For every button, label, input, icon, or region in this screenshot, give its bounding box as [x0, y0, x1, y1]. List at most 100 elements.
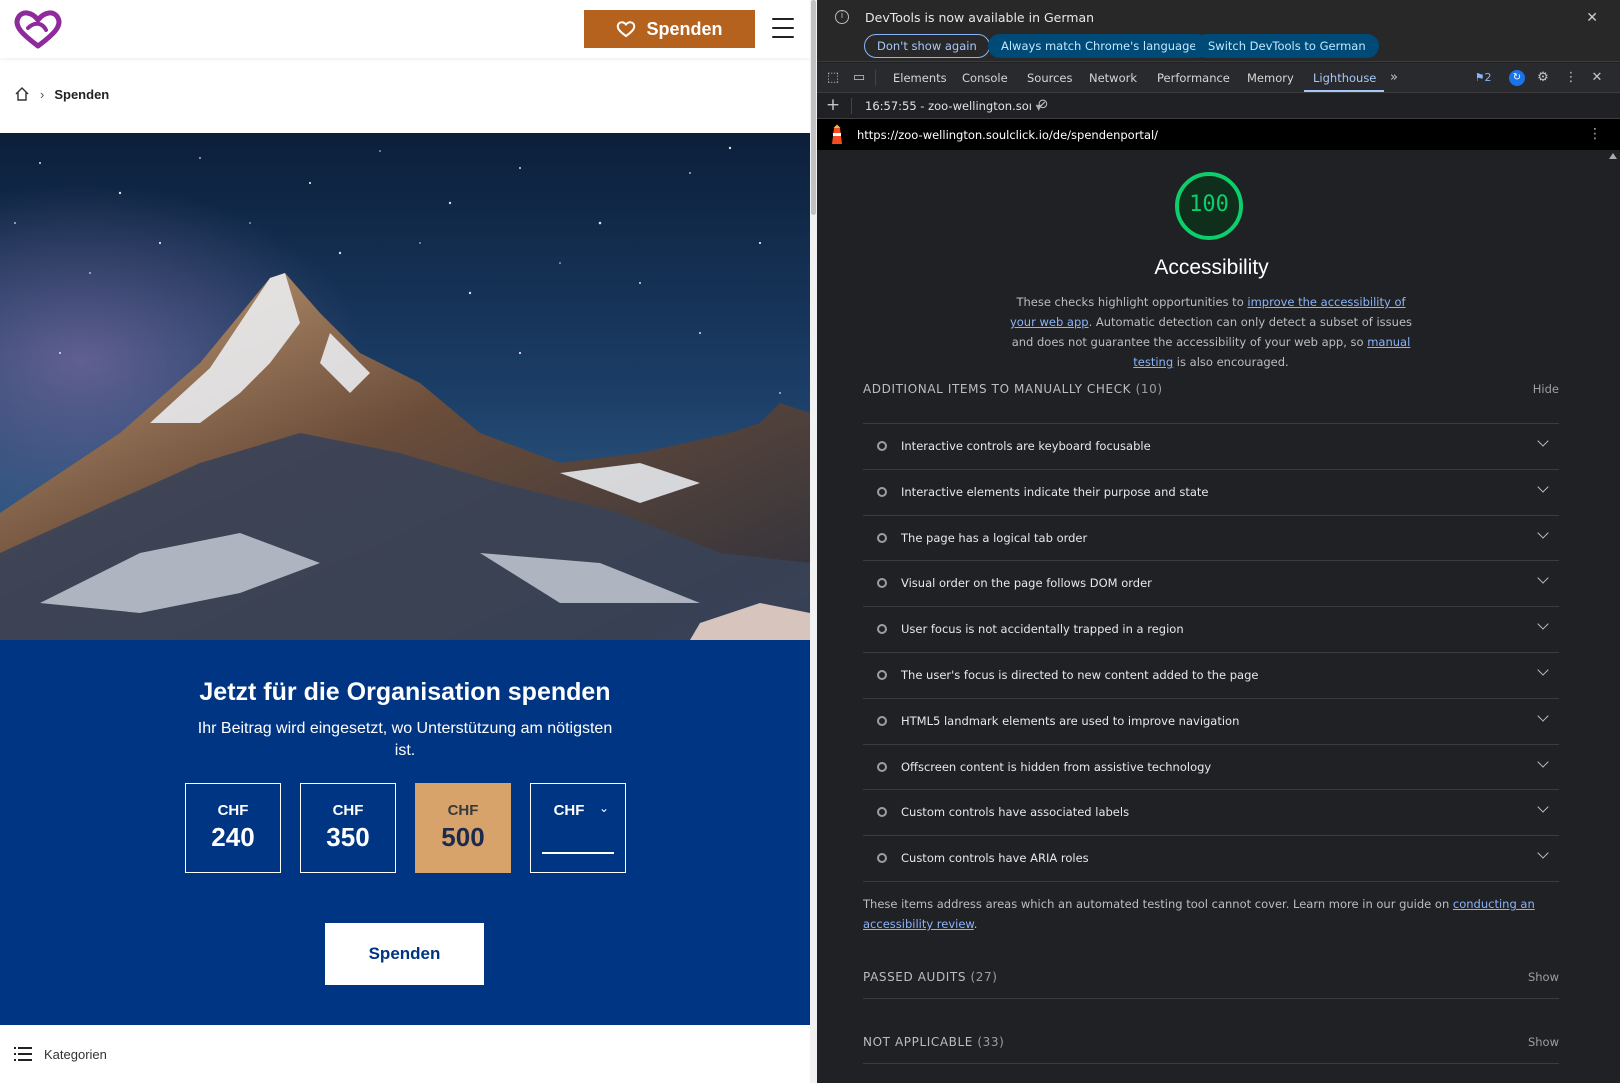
audit-item[interactable]: Interactive controls are keyboard focusa… [863, 424, 1559, 470]
chevron-down-icon[interactable] [1537, 481, 1549, 493]
audit-title: Visual order on the page follows DOM ord… [901, 576, 1152, 591]
tab-performance[interactable]: Performance [1157, 71, 1230, 85]
description-text: These checks highlight opportunities to [1016, 295, 1248, 309]
match-chrome-language-button[interactable]: Always match Chrome's language [988, 34, 1210, 58]
manual-note: These items address areas which an autom… [863, 894, 1559, 934]
scroll-up-icon[interactable] [1609, 153, 1617, 159]
audit-title: Interactive controls are keyboard focusa… [901, 439, 1151, 453]
audit-status-icon [877, 532, 887, 543]
report-selector[interactable]: 16:57:55 - zoo-wellington.soı ▼ [865, 99, 1042, 113]
chevron-down-icon[interactable] [1537, 435, 1549, 447]
more-tabs-icon[interactable]: » [1386, 70, 1402, 86]
device-toolbar-icon[interactable]: ▭ [851, 70, 867, 86]
menu-icon[interactable] [772, 18, 794, 38]
dont-show-again-button[interactable]: Don't show again [864, 34, 990, 58]
new-report-icon[interactable]: + [825, 97, 841, 114]
devtools-tabbar: ⬚ ▭ Elements Console Sources Network Per… [817, 63, 1620, 93]
chevron-down-icon[interactable] [1537, 755, 1549, 768]
categories-bar[interactable]: Kategorien [0, 1025, 810, 1083]
switch-to-german-button[interactable]: Switch DevTools to German [1195, 34, 1379, 58]
issues-icon[interactable]: ⚑2 [1470, 70, 1496, 86]
infobar-message: DevTools is now available in German [865, 10, 1095, 25]
passed-audits-header[interactable]: PASSED AUDITS (27) Show [863, 970, 1559, 984]
site-header: Spenden [0, 0, 810, 58]
chevron-down-icon[interactable] [1537, 801, 1549, 814]
donate-submit-button[interactable]: Spenden [325, 923, 484, 985]
chevron-down-icon[interactable] [1537, 572, 1549, 585]
tab-elements[interactable]: Elements [893, 71, 947, 85]
tab-console[interactable]: Console [962, 71, 1008, 85]
audit-item[interactable]: The page has a logical tab order [863, 516, 1559, 562]
lighthouse-icon [832, 124, 842, 144]
audit-item[interactable]: Visual order on the page follows DOM ord… [863, 561, 1559, 608]
manual-note-end: . [973, 917, 978, 931]
close-icon[interactable]: ✕ [1586, 10, 1598, 26]
active-tab-indicator [1304, 90, 1384, 92]
amount-option-350[interactable]: CHF 350 [300, 783, 396, 873]
chevron-down-icon[interactable] [1537, 526, 1549, 539]
page-scrollbar[interactable] [810, 0, 817, 1083]
audit-item[interactable]: Custom controls have ARIA roles [863, 836, 1559, 882]
audit-status-icon [877, 624, 887, 635]
chevron-right-icon: › [40, 86, 45, 102]
donation-subtitle: Ihr Beitrag wird eingesetzt, wo Unterstü… [197, 720, 613, 759]
show-toggle[interactable]: Show [1528, 970, 1559, 984]
audit-status-icon [877, 761, 887, 772]
header-donate-label: Spenden [646, 18, 723, 39]
chevron-down-icon[interactable] [1537, 847, 1549, 859]
report-scrollbar[interactable] [1606, 150, 1620, 1083]
chevron-down-icon[interactable] [1537, 664, 1549, 676]
custom-amount-field[interactable]: CHF ⌄ [530, 783, 626, 873]
kebab-menu-icon[interactable]: ⋮ [1563, 70, 1579, 86]
heart-logo-icon[interactable] [12, 8, 64, 50]
header-donate-button[interactable]: Spenden [584, 10, 755, 48]
category-description: These checks highlight opportunities to … [1003, 292, 1419, 372]
section-title: NOT APPLICABLE [863, 1035, 973, 1049]
inspect-element-icon[interactable]: ⬚ [825, 70, 841, 86]
audit-status-icon [877, 715, 887, 726]
audit-status-icon [877, 669, 887, 680]
tab-memory[interactable]: Memory [1247, 71, 1294, 85]
section-count: (33) [977, 1035, 1005, 1049]
audit-title: Custom controls have associated labels [901, 805, 1130, 820]
amount-option-240[interactable]: CHF 240 [185, 783, 281, 873]
audit-status-icon [877, 853, 887, 864]
tab-sources[interactable]: Sources [1027, 71, 1073, 85]
clear-reports-icon[interactable]: ⊘ [1035, 97, 1051, 113]
audit-item[interactable]: Interactive elements indicate their purp… [863, 470, 1559, 516]
close-devtools-icon[interactable]: ✕ [1589, 70, 1605, 86]
amount-currency: CHF [217, 802, 249, 819]
section-title: PASSED AUDITS [863, 970, 967, 984]
section-divider [863, 1063, 1559, 1064]
donation-panel: Jetzt für die Organisation spenden Ihr B… [0, 640, 810, 1025]
amount-value: 350 [326, 822, 370, 852]
report-menu-icon[interactable]: ⋮ [1588, 126, 1602, 142]
audit-item[interactable]: The user's focus is directed to new cont… [863, 653, 1559, 699]
audit-title: User focus is not accidentally trapped i… [901, 622, 1184, 637]
audit-item[interactable]: User focus is not accidentally trapped i… [863, 607, 1559, 653]
donation-title: Jetzt für die Organisation spenden [199, 678, 611, 706]
manual-check-section-header: ADDITIONAL ITEMS TO MANUALLY CHECK (10) … [863, 382, 1559, 396]
hide-toggle[interactable]: Hide [1533, 382, 1559, 396]
website-viewport: Spenden › Spenden Jetzt für die Organisa… [0, 0, 810, 1083]
audit-item[interactable]: HTML5 landmark elements are used to impr… [863, 699, 1559, 745]
tab-network[interactable]: Network [1089, 71, 1137, 85]
audit-item[interactable]: Offscreen content is hidden from assisti… [863, 745, 1559, 791]
chevron-down-icon[interactable] [1537, 618, 1549, 630]
section-count: (27) [970, 970, 998, 984]
amount-option-500[interactable]: CHF 500 [415, 783, 511, 873]
categories-label: Kategorien [44, 1046, 107, 1062]
gear-icon[interactable]: ⚙ [1535, 70, 1551, 86]
audit-title: Offscreen content is hidden from assisti… [901, 759, 1212, 774]
audit-title: Interactive elements indicate their purp… [901, 484, 1209, 499]
amount-value: 500 [441, 822, 485, 852]
amount-value: 240 [211, 822, 255, 852]
audit-item[interactable]: Custom controls have associated labels [863, 790, 1559, 837]
devtools-panel: i DevTools is now available in German ✕ … [817, 0, 1620, 1083]
chevron-down-icon[interactable] [1537, 710, 1549, 722]
not-applicable-header[interactable]: NOT APPLICABLE (33) Show [863, 1035, 1559, 1049]
tab-lighthouse[interactable]: Lighthouse [1313, 71, 1376, 85]
home-icon[interactable] [14, 86, 30, 102]
ai-assistant-icon[interactable]: ↻ [1509, 70, 1525, 86]
show-toggle[interactable]: Show [1528, 1035, 1559, 1049]
